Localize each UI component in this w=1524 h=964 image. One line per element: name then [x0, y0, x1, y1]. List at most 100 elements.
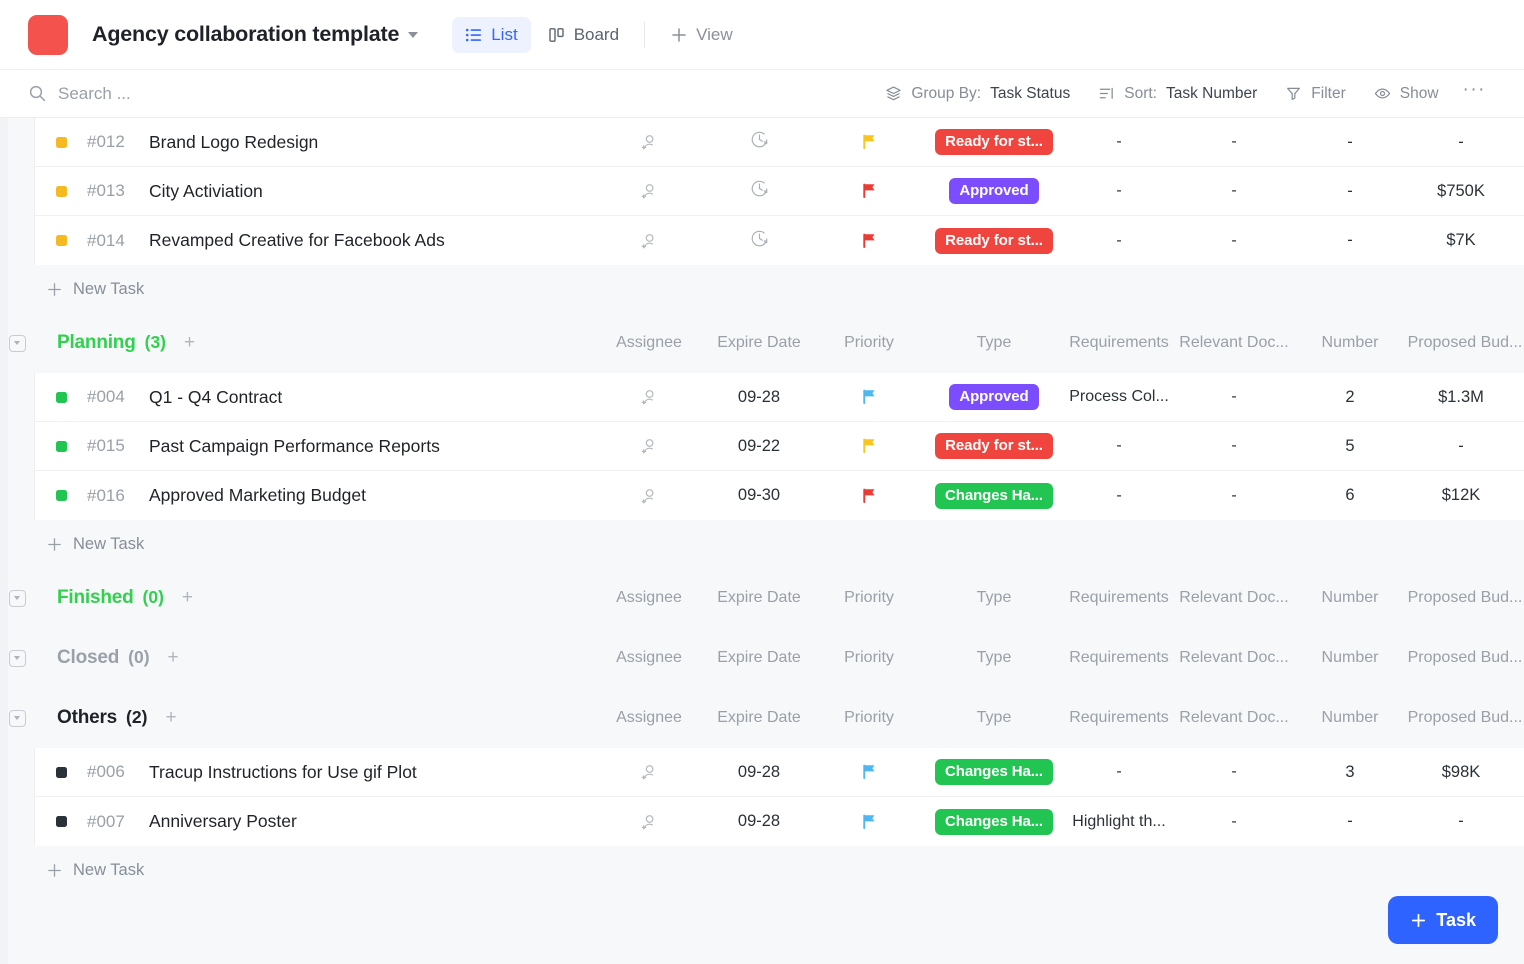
proposed-budget-cell[interactable]: $12K [1406, 486, 1524, 505]
proposed-budget-cell[interactable]: $7K [1406, 231, 1524, 250]
sort-button[interactable]: Sort: Task Number [1084, 78, 1271, 110]
number-cell[interactable]: - [1294, 231, 1406, 250]
column-header-proposed-budget[interactable]: Proposed Bud... [1406, 649, 1524, 667]
column-header-relevant-doc[interactable]: Relevant Doc... [1174, 649, 1294, 667]
type-cell[interactable]: Changes Ha... [924, 809, 1064, 835]
add-view-button[interactable]: View [657, 17, 746, 53]
task-name[interactable]: Q1 - Q4 Contract [149, 387, 594, 408]
type-cell[interactable]: Ready for st... [924, 433, 1064, 459]
column-header-assignee[interactable]: Assignee [594, 589, 704, 607]
new-task-row[interactable]: New Task [34, 265, 1524, 313]
requirements-cell[interactable]: - [1064, 133, 1174, 151]
priority-cell[interactable] [814, 486, 924, 506]
table-row[interactable]: #016 Approved Marketing Budget 09-30 Cha… [35, 471, 1524, 520]
priority-cell[interactable] [814, 436, 924, 456]
column-header-priority[interactable]: Priority [814, 649, 924, 667]
number-cell[interactable]: 6 [1294, 486, 1406, 505]
status-badge[interactable]: Changes Ha... [935, 759, 1053, 785]
column-header-number[interactable]: Number [1294, 709, 1406, 727]
requirements-cell[interactable]: - [1064, 232, 1174, 250]
requirements-cell[interactable]: - [1064, 182, 1174, 200]
tab-list[interactable]: List [452, 17, 530, 53]
new-task-row[interactable]: New Task [34, 846, 1524, 894]
clock-icon[interactable] [749, 129, 770, 150]
assignee-cell[interactable] [594, 812, 704, 832]
task-name[interactable]: Anniversary Poster [149, 811, 594, 832]
column-header-relevant-doc[interactable]: Relevant Doc... [1174, 709, 1294, 727]
expire-date-cell[interactable]: 09-28 [704, 763, 814, 782]
clock-icon[interactable] [749, 228, 770, 249]
new-task-button[interactable]: New Task [34, 535, 144, 554]
task-name[interactable]: Approved Marketing Budget [149, 485, 594, 506]
relevant-doc-cell[interactable]: - [1174, 813, 1294, 831]
status-badge[interactable]: Ready for st... [935, 228, 1053, 254]
priority-cell[interactable] [814, 762, 924, 782]
assignee-cell[interactable] [594, 181, 704, 201]
priority-cell[interactable] [814, 132, 924, 152]
assignee-cell[interactable] [594, 387, 704, 407]
filter-button[interactable]: Filter [1271, 78, 1359, 110]
expire-date-cell[interactable] [704, 228, 814, 254]
add-task-fab[interactable]: Task [1388, 896, 1498, 944]
column-header-proposed-budget[interactable]: Proposed Bud... [1406, 334, 1524, 352]
assignee-avatar-icon[interactable] [639, 132, 659, 152]
relevant-doc-cell[interactable]: - [1174, 232, 1294, 250]
table-row[interactable]: #004 Q1 - Q4 Contract 09-28 Approved Pro… [35, 373, 1524, 422]
requirements-cell[interactable]: Highlight th... [1064, 813, 1174, 831]
proposed-budget-cell[interactable]: - [1406, 812, 1524, 831]
status-badge[interactable]: Approved [949, 384, 1038, 410]
group-add-task-icon[interactable]: + [184, 333, 195, 352]
column-header-number[interactable]: Number [1294, 334, 1406, 352]
column-header-assignee[interactable]: Assignee [594, 649, 704, 667]
proposed-budget-cell[interactable]: $98K [1406, 763, 1524, 782]
proposed-budget-cell[interactable]: $1.3M [1406, 388, 1524, 407]
assignee-avatar-icon[interactable] [639, 436, 659, 456]
search-input[interactable] [58, 84, 338, 104]
relevant-doc-cell[interactable]: - [1174, 487, 1294, 505]
table-row[interactable]: #014 Revamped Creative for Facebook Ads … [35, 216, 1524, 265]
column-header-expire-date[interactable]: Expire Date [704, 649, 814, 667]
priority-cell[interactable] [814, 181, 924, 201]
status-badge[interactable]: Ready for st... [935, 129, 1053, 155]
column-header-priority[interactable]: Priority [814, 709, 924, 727]
table-row[interactable]: #013 City Activiation Approved - - - $75… [35, 167, 1524, 216]
requirements-cell[interactable]: Process Col... [1064, 388, 1174, 406]
type-cell[interactable]: Approved [924, 384, 1064, 410]
assignee-cell[interactable] [594, 231, 704, 251]
type-cell[interactable]: Ready for st... [924, 129, 1064, 155]
assignee-avatar-icon[interactable] [639, 231, 659, 251]
type-cell[interactable]: Ready for st... [924, 228, 1064, 254]
table-row[interactable]: #015 Past Campaign Performance Reports 0… [35, 422, 1524, 471]
priority-flag-icon[interactable] [860, 812, 879, 832]
status-badge[interactable]: Approved [949, 178, 1038, 204]
group-add-task-icon[interactable]: + [168, 648, 179, 667]
number-cell[interactable]: 3 [1294, 763, 1406, 782]
column-header-requirements[interactable]: Requirements [1064, 649, 1174, 667]
column-header-expire-date[interactable]: Expire Date [704, 334, 814, 352]
tab-board[interactable]: Board [535, 17, 632, 53]
requirements-cell[interactable]: - [1064, 763, 1174, 781]
chevron-down-icon[interactable] [408, 32, 418, 38]
expire-date-cell[interactable] [704, 178, 814, 204]
assignee-avatar-icon[interactable] [639, 387, 659, 407]
new-task-button[interactable]: New Task [34, 280, 144, 299]
group-add-task-icon[interactable]: + [182, 588, 193, 607]
column-header-relevant-doc[interactable]: Relevant Doc... [1174, 589, 1294, 607]
new-task-button[interactable]: New Task [34, 861, 144, 880]
assignee-avatar-icon[interactable] [639, 762, 659, 782]
relevant-doc-cell[interactable]: - [1174, 388, 1294, 406]
relevant-doc-cell[interactable]: - [1174, 763, 1294, 781]
task-name[interactable]: Tracup Instructions for Use gif Plot [149, 762, 594, 783]
assignee-cell[interactable] [594, 132, 704, 152]
search-box[interactable] [28, 84, 871, 104]
expire-date-cell[interactable]: 09-28 [704, 812, 814, 831]
group-by-button[interactable]: Group By: Task Status [871, 78, 1084, 110]
priority-cell[interactable] [814, 387, 924, 407]
number-cell[interactable]: - [1294, 133, 1406, 152]
table-row[interactable]: #007 Anniversary Poster 09-28 Changes Ha… [35, 797, 1524, 846]
group-title[interactable]: Closed (0) + [34, 647, 179, 669]
priority-cell[interactable] [814, 231, 924, 251]
status-badge[interactable]: Changes Ha... [935, 483, 1053, 509]
assignee-cell[interactable] [594, 486, 704, 506]
assignee-cell[interactable] [594, 436, 704, 456]
